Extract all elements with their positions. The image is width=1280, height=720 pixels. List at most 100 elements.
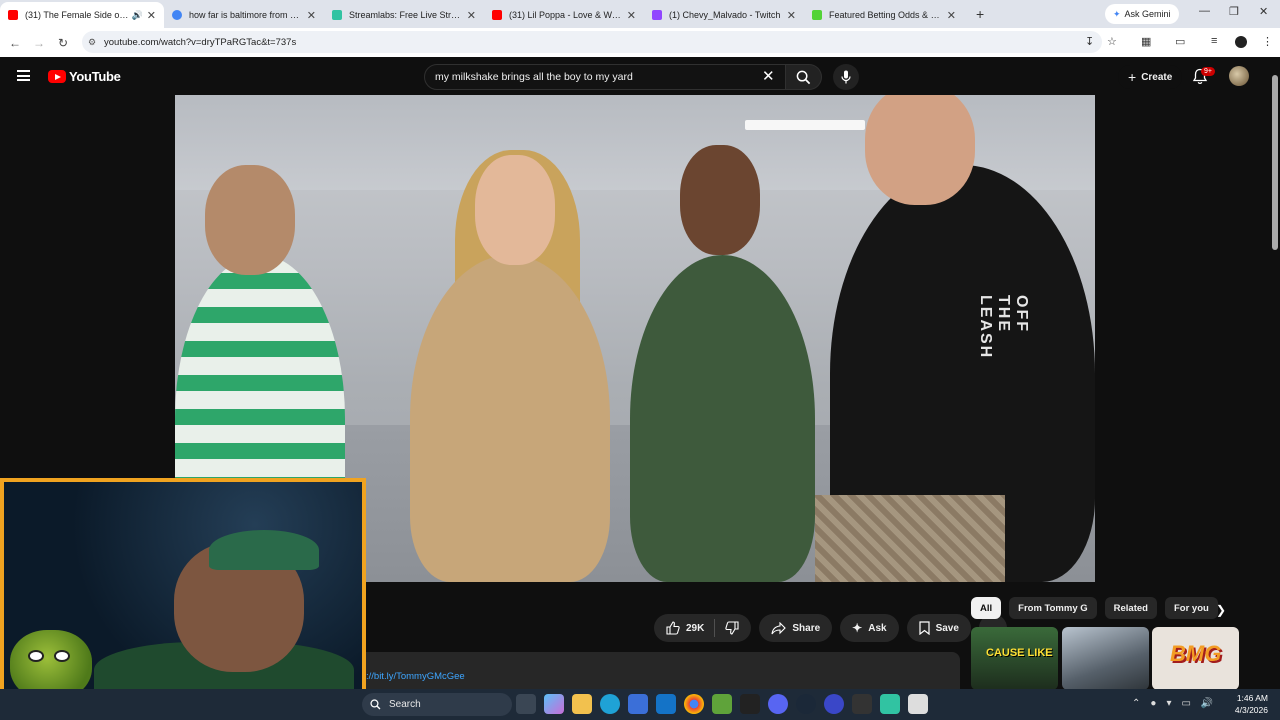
voice-search-button[interactable]: [833, 64, 859, 90]
streamlabs-icon[interactable]: [880, 694, 900, 714]
share-button[interactable]: Share: [759, 614, 833, 642]
search-input[interactable]: my milkshake brings all the boy to my ya…: [424, 64, 786, 90]
ask-gemini-button[interactable]: ✦ Ask Gemini: [1105, 4, 1179, 24]
minecraft-icon[interactable]: [712, 694, 732, 714]
close-tab-icon[interactable]: ✕: [467, 9, 476, 22]
chip-all[interactable]: All: [971, 597, 1002, 619]
new-tab-button[interactable]: +: [976, 6, 984, 22]
capture-app-icon[interactable]: [740, 694, 760, 714]
ea-app-icon[interactable]: [824, 694, 844, 714]
browser-tab-strip: (31) The Female Side of Atl 🔊 ✕ how far …: [0, 0, 1280, 28]
profile-avatar-icon[interactable]: [1235, 36, 1247, 48]
search-query-text: my milkshake brings all the boy to my ya…: [435, 71, 633, 83]
hamburger-menu-icon[interactable]: [17, 70, 30, 81]
browser-menu-icon[interactable]: ⋮: [1262, 35, 1273, 48]
account-avatar[interactable]: [1229, 66, 1249, 86]
thumbs-up-icon[interactable]: [666, 621, 680, 635]
like-count[interactable]: 29K: [686, 623, 704, 634]
close-tab-icon[interactable]: ✕: [147, 9, 156, 22]
youtube-logo[interactable]: YouTube: [48, 69, 121, 84]
youtube-favicon-icon: [8, 10, 18, 20]
clock-time: 1:46 AM: [1236, 693, 1268, 703]
bookmark-star-icon[interactable]: ☆: [1107, 35, 1117, 48]
video-actions-bar: 29K Share ✦ Ask Save ⋯: [654, 614, 1007, 642]
extensions-puzzle-icon[interactable]: ▦: [1141, 35, 1151, 48]
volume-icon[interactable]: 🔊: [1201, 698, 1213, 709]
taskbar-search-label: Search: [389, 699, 421, 710]
create-label: Create: [1141, 71, 1173, 83]
browser-tab-1[interactable]: (31) The Female Side of Atl 🔊 ✕: [0, 2, 164, 28]
related-video-thumbnail[interactable]: BMG: [1152, 627, 1239, 690]
video-description[interactable]: ://bit.ly/TommyGMcGee: [366, 652, 960, 692]
network-icon[interactable]: ▭: [1181, 698, 1190, 709]
steam-icon[interactable]: [796, 694, 816, 714]
like-dislike-group: 29K: [654, 614, 752, 642]
store-icon[interactable]: [628, 694, 648, 714]
video-sleeve-text: OFF THE LEASH: [977, 295, 1030, 360]
install-app-icon[interactable]: ↧: [1085, 35, 1094, 48]
browser-tab-2[interactable]: how far is baltimore from nf - G ✕: [164, 2, 324, 28]
discord-icon[interactable]: [768, 694, 788, 714]
restore-icon[interactable]: ❐: [1229, 5, 1239, 18]
clock-date: 4/3/2026: [1234, 705, 1268, 715]
related-video-thumbnail[interactable]: CAUSE LIKE: [971, 627, 1058, 690]
site-info-icon[interactable]: ⚙: [88, 37, 96, 48]
close-tab-icon[interactable]: ✕: [627, 9, 636, 22]
tab-title: (31) Lil Poppa - Love & War (Of: [509, 10, 623, 20]
copilot-icon[interactable]: [544, 694, 564, 714]
file-explorer-icon[interactable]: [572, 694, 592, 714]
create-button[interactable]: + Create: [1118, 65, 1183, 89]
reload-icon[interactable]: ↻: [51, 36, 75, 50]
sparkle-icon: ✦: [852, 621, 863, 635]
reading-list-icon[interactable]: ≡: [1211, 35, 1217, 47]
description-link[interactable]: ://bit.ly/TommyGMcGee: [366, 671, 465, 682]
close-tab-icon[interactable]: ✕: [787, 9, 796, 22]
youtube-favicon-icon: [492, 10, 502, 20]
tray-overflow-chevron-icon[interactable]: ⌃: [1132, 698, 1140, 709]
taskbar-search[interactable]: Search: [362, 693, 512, 716]
browser-tab-3[interactable]: Streamlabs: Free Live Streaming ✕: [324, 2, 484, 28]
windows-taskbar: Search ⌃ ● ▾ ▭ 🔊: [0, 689, 1280, 720]
tab-title: Featured Betting Odds & Lines: [829, 10, 943, 20]
speaker-icon[interactable]: 🔊: [132, 10, 143, 21]
browser-tab-5[interactable]: (1) Chevy_Malvado - Twitch ✕: [644, 2, 804, 28]
chrome-icon[interactable]: [684, 694, 704, 714]
close-tab-icon[interactable]: ✕: [307, 9, 316, 22]
tab-title: (31) The Female Side of Atl: [25, 10, 129, 20]
task-view-icon[interactable]: [516, 694, 536, 714]
clear-search-icon[interactable]: ✕: [762, 67, 775, 85]
browser-tab-6[interactable]: Featured Betting Odds & Lines ✕: [804, 2, 964, 28]
system-tray: ⌃ ● ▾ ▭ 🔊: [1132, 698, 1213, 709]
ask-button[interactable]: ✦ Ask: [840, 614, 899, 642]
chip-for-you[interactable]: For you: [1164, 597, 1218, 619]
close-window-icon[interactable]: ✕: [1259, 5, 1268, 18]
back-arrow-icon[interactable]: ←: [3, 36, 27, 50]
microphone-icon[interactable]: ▾: [1166, 698, 1171, 709]
video-person-4-head: [865, 95, 975, 205]
streaming-app-icon[interactable]: [852, 694, 872, 714]
browser-tab-4[interactable]: (31) Lil Poppa - Love & War (Of ✕: [484, 2, 644, 28]
twitch-favicon-icon: [652, 10, 662, 20]
close-tab-icon[interactable]: ✕: [947, 9, 956, 22]
cast-icon[interactable]: ▭: [1175, 35, 1185, 48]
chevron-right-icon[interactable]: ❯: [1216, 603, 1226, 617]
address-bar[interactable]: ⚙ youtube.com/watch?v=dryTPaRGTac&t=737s: [82, 31, 1102, 53]
scrollbar-thumb[interactable]: [1272, 75, 1278, 250]
save-button[interactable]: Save: [906, 614, 971, 642]
streamlabs-favicon-icon: [332, 10, 342, 20]
minimize-icon[interactable]: —: [1199, 5, 1210, 17]
search-button[interactable]: [786, 64, 822, 90]
taskbar-clock[interactable]: 1:46 AM 4/3/2026: [1228, 692, 1268, 716]
tray-app-icon[interactable]: ●: [1150, 698, 1156, 709]
thumbs-down-icon[interactable]: [725, 621, 739, 635]
ask-label: Ask: [868, 622, 887, 634]
forward-arrow-icon[interactable]: →: [27, 36, 51, 50]
outlook-icon[interactable]: [656, 694, 676, 714]
chip-related[interactable]: Related: [1104, 597, 1157, 619]
edge-icon[interactable]: [600, 694, 620, 714]
obs-icon[interactable]: [908, 694, 928, 714]
tab-title: (1) Chevy_Malvado - Twitch: [669, 10, 781, 20]
related-video-thumbnail[interactable]: [1062, 627, 1149, 690]
chip-from-tommy-g[interactable]: From Tommy G: [1009, 597, 1097, 619]
search-icon: [370, 699, 381, 710]
